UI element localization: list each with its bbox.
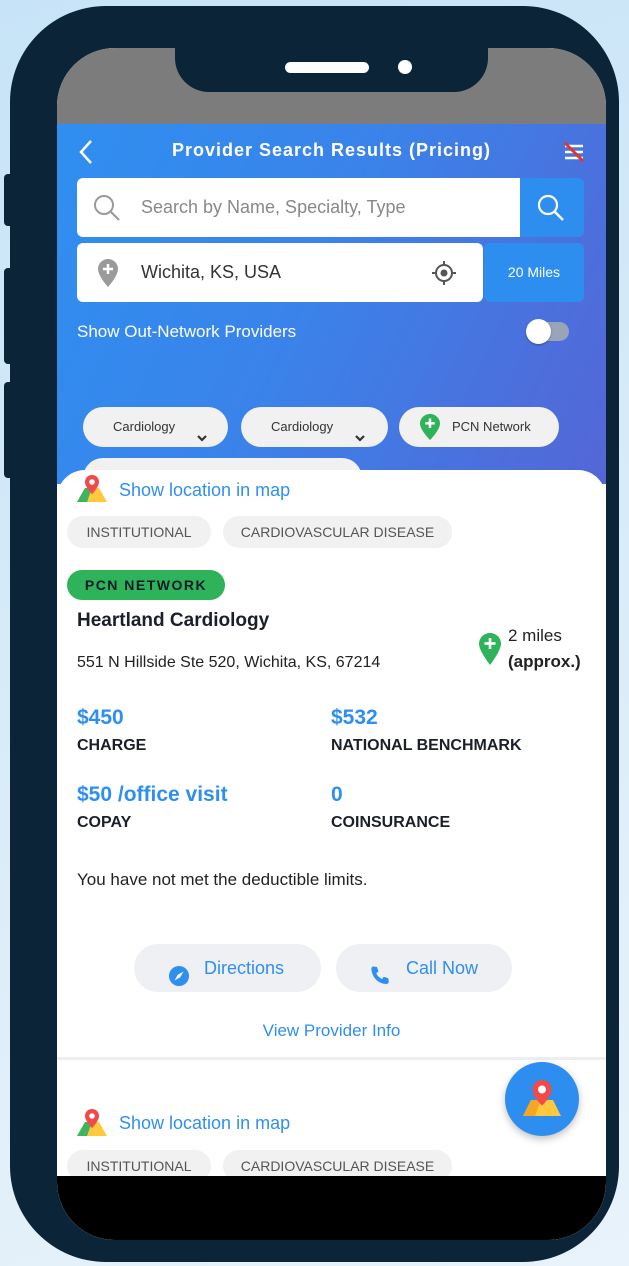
location-value: Wichita, KS, USA: [141, 262, 282, 282]
notch: [175, 48, 488, 92]
map-location-icon: [75, 474, 109, 504]
map-location-icon: [75, 1108, 109, 1138]
chevron-down-icon: [353, 421, 367, 442]
header: Provider Search Results (Pricing) Search…: [57, 124, 606, 498]
benchmark-value: $532: [331, 706, 378, 729]
out-network-label: Show Out-Network Providers: [77, 322, 297, 341]
filter-chip-subspecialty[interactable]: Cardiology: [241, 407, 388, 447]
page-title: Provider Search Results (Pricing): [171, 140, 492, 160]
map-view-button[interactable]: [505, 1062, 579, 1136]
radius-button[interactable]: 20 Miles: [484, 243, 584, 302]
chevron-down-icon: [195, 421, 209, 442]
filter-chip-specialty[interactable]: Cardiology: [83, 407, 228, 447]
charge-label: CHARGE: [77, 737, 147, 754]
camera: [398, 60, 412, 74]
provider-address: 551 N Hillside Ste 520, Wichita, KS, 672…: [77, 654, 381, 671]
phone-frame: Provider Search Results (Pricing) Search…: [4, 6, 619, 1262]
out-network-toggle[interactable]: [526, 319, 569, 344]
show-location-link[interactable]: Show location in map: [119, 480, 290, 501]
side-button: [4, 382, 14, 478]
call-now-button[interactable]: Call Now: [336, 944, 512, 992]
distance-note: (approx.): [508, 652, 581, 671]
filter-off-icon[interactable]: [562, 141, 586, 163]
network-pin-icon: [419, 413, 441, 441]
speaker: [285, 62, 369, 73]
location-input[interactable]: Wichita, KS, USA: [77, 243, 483, 302]
view-provider-info-link[interactable]: View Provider Info: [57, 1021, 606, 1041]
directions-button[interactable]: Directions: [134, 944, 321, 992]
map-location-icon: [523, 1080, 561, 1116]
phone-screen: Provider Search Results (Pricing) Search…: [57, 48, 606, 1240]
copay-label: COPAY: [77, 814, 132, 831]
provider-name[interactable]: Heartland Cardiology: [77, 610, 269, 632]
compass-icon: [168, 957, 190, 986]
my-location-icon[interactable]: [431, 260, 457, 286]
distance-pin-icon: [478, 632, 502, 666]
search-button[interactable]: [520, 178, 584, 237]
specialty-tag: CARDIOVASCULAR DISEASE: [223, 516, 452, 548]
result-divider: [57, 1057, 606, 1060]
phone-icon: [369, 957, 391, 984]
filter-chip-network[interactable]: PCN Network: [399, 407, 559, 447]
toggle-knob: [526, 319, 551, 344]
charge-value: $450: [77, 706, 124, 729]
search-icon: [535, 192, 567, 224]
side-button: [4, 174, 14, 226]
call-now-label: Call Now: [406, 958, 479, 978]
network-badge: PCN NETWORK: [67, 570, 225, 600]
side-button: [4, 268, 14, 364]
deductible-note: You have not met the deductible limits.: [77, 870, 368, 889]
distance-value: 2 miles: [508, 626, 562, 645]
search-icon: [91, 192, 123, 224]
chip-label: PCN Network: [452, 419, 531, 434]
bottom-bar: [57, 1176, 606, 1240]
chip-label: Cardiology: [271, 419, 334, 434]
benchmark-label: NATIONAL BENCHMARK: [331, 737, 522, 754]
show-location-link[interactable]: Show location in map: [119, 1113, 290, 1134]
directions-label: Directions: [204, 958, 285, 978]
coinsurance-value: 0: [331, 783, 343, 806]
search-input[interactable]: Search by Name, Specialty, Type: [77, 178, 520, 237]
provider-type-tag: INSTITUTIONAL: [67, 516, 211, 548]
chip-label: Cardiology: [113, 419, 176, 434]
location-pin-icon: [97, 258, 119, 288]
coinsurance-label: COINSURANCE: [331, 814, 451, 831]
copay-value: $50 /office visit: [77, 783, 228, 806]
search-placeholder: Search by Name, Specialty, Type: [141, 197, 406, 217]
